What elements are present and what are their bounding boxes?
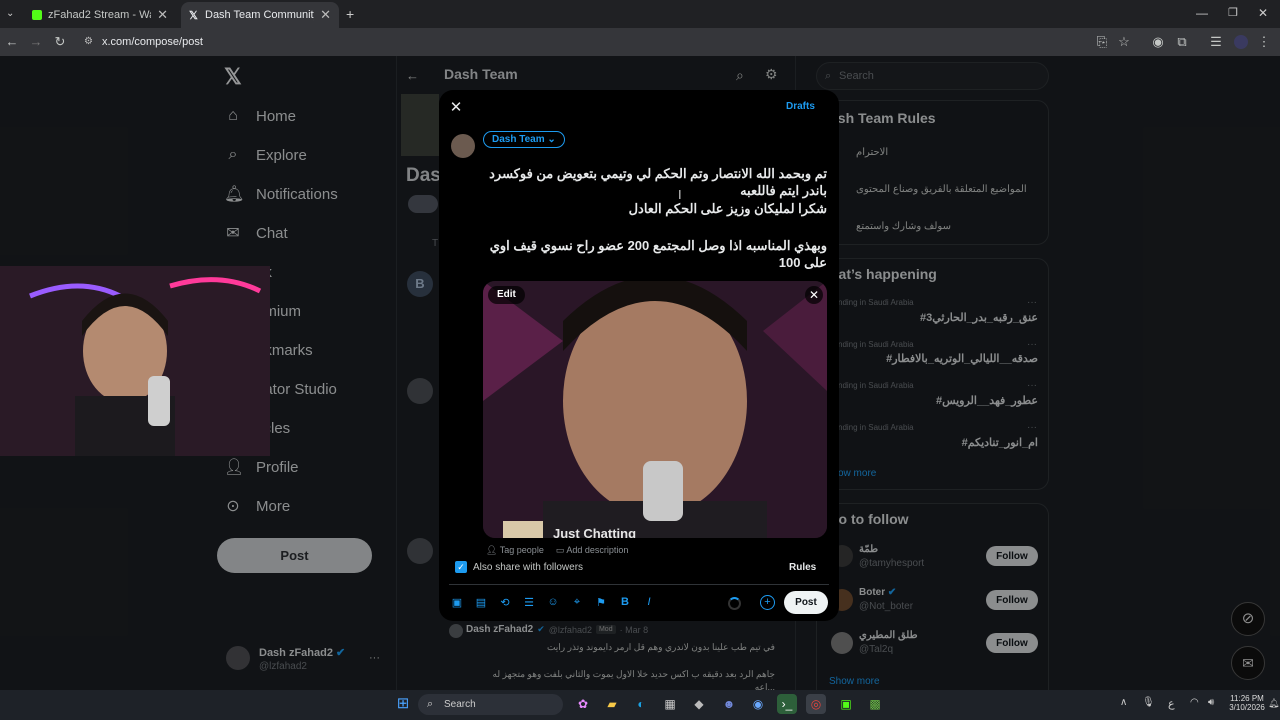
italic-icon[interactable]: I — [642, 596, 656, 608]
copilot-icon[interactable]: ✿ — [573, 694, 593, 714]
store-icon[interactable]: ▦ — [660, 694, 680, 714]
extensions-puzzle-icon[interactable]: ⧉ — [1172, 28, 1192, 56]
post-text-line[interactable]: تم وبحمد الله الانتصار وتم الحكم لي وتيم… — [489, 166, 827, 182]
add-description-button[interactable]: ▭ Add description — [556, 545, 629, 556]
tray-chevron-icon[interactable]: ∧ — [1120, 697, 1127, 708]
clock[interactable]: 11:26 PM 3/10/2026 — [1228, 694, 1266, 712]
notification-bell-icon[interactable]: 🔔︎ — [1268, 698, 1279, 709]
emoji-icon[interactable]: ☺ — [546, 596, 560, 608]
webcam-feed — [0, 266, 270, 456]
extension-icon[interactable]: ◉ — [1148, 28, 1168, 56]
audience-selector[interactable]: Dash Team ⌄ — [483, 131, 565, 148]
media-caption: Just Chatting — [553, 526, 637, 538]
grok-icon[interactable]: ⟲ — [498, 596, 512, 609]
language-indicator[interactable]: ع — [1168, 697, 1175, 710]
close-modal-icon[interactable]: ✕ — [449, 98, 463, 116]
text-cursor-icon: I — [678, 187, 682, 202]
back-icon[interactable]: ← — [2, 28, 22, 56]
window-close-icon[interactable]: ✕ — [1258, 6, 1268, 20]
chrome-icon[interactable]: ◎ — [806, 694, 826, 714]
checkmark-icon: ✓ — [455, 561, 467, 573]
edit-media-button[interactable]: Edit — [488, 286, 525, 304]
person-icon: 👤︎ — [486, 545, 498, 555]
app-icon[interactable]: ◆ — [689, 694, 709, 714]
profile-avatar[interactable] — [1234, 35, 1248, 49]
location-icon[interactable]: ⌖ — [570, 596, 584, 609]
address-bar[interactable]: ⚙ x.com/compose/post — [78, 33, 1138, 51]
chrome-menu-icon[interactable]: ⋮ — [1254, 28, 1274, 56]
minecraft-icon[interactable]: ▩ — [865, 694, 885, 714]
tag-people-button[interactable]: 👤︎ Tag people — [486, 545, 544, 556]
file-explorer-icon[interactable]: ▰ — [602, 694, 622, 714]
tab-list-button[interactable]: ⌄ — [6, 8, 14, 19]
minimize-icon[interactable]: — — [1196, 6, 1208, 20]
post-text-line[interactable]: شكرا لمليكان وزيز على الحكم العادل — [629, 201, 827, 217]
post-text-line[interactable]: وبهذي المناسبه اذا وصل المجتمع 200 عضو ر… — [490, 238, 827, 254]
media-control-icon[interactable]: ☰ — [1206, 28, 1226, 56]
description-icon: ▭ — [555, 545, 565, 555]
reload-icon[interactable]: ↻ — [50, 28, 70, 56]
remove-media-icon[interactable]: ✕ — [805, 286, 823, 304]
close-tab-icon[interactable]: ✕ — [157, 7, 168, 23]
chevron-down-icon: ⌄ — [547, 134, 556, 145]
media-image — [483, 281, 827, 538]
bold-icon[interactable]: B — [618, 596, 632, 608]
post-text-line[interactable]: على 100 — [779, 255, 827, 271]
bookmark-star-icon[interactable]: ☆ — [1114, 28, 1134, 56]
drafts-button[interactable]: Drafts — [786, 101, 815, 112]
search-icon: ⌕ — [427, 698, 434, 710]
share-with-followers-checkbox[interactable]: ✓ Also share with followers — [455, 561, 583, 573]
terminal-icon[interactable]: ›_ — [777, 694, 797, 714]
x-logo-icon: 𝕏 — [189, 9, 198, 22]
image-icon[interactable]: ▣ — [450, 596, 464, 609]
rules-link[interactable]: Rules — [789, 562, 816, 573]
close-tab-icon[interactable]: ✕ — [320, 7, 331, 23]
discord-icon[interactable]: ☻ — [719, 694, 739, 714]
edge-icon[interactable]: ◐ — [631, 694, 651, 714]
tab-dash-team[interactable]: 𝕏 Dash Team Community / X ✕ — [181, 2, 339, 28]
gif-icon[interactable]: ▤ — [474, 596, 488, 609]
composer-avatar — [451, 134, 475, 158]
microphone-icon[interactable]: 🎙︎ — [1142, 697, 1155, 708]
post-button[interactable]: Post — [784, 591, 828, 614]
flag-icon[interactable]: ⚑ — [594, 596, 608, 609]
taskbar-search[interactable]: ⌕ Search — [418, 694, 563, 715]
maximize-icon[interactable]: ❐ — [1228, 6, 1238, 19]
app-icon[interactable]: ◉ — [748, 694, 768, 714]
new-tab-icon[interactable]: + — [346, 6, 354, 22]
kick-icon — [32, 10, 42, 20]
windows-start-icon[interactable]: ⊞ — [393, 694, 413, 714]
forward-icon[interactable]: → — [26, 28, 46, 56]
divider — [449, 584, 829, 585]
character-count-ring — [728, 597, 741, 610]
add-post-icon[interactable]: + — [760, 595, 775, 610]
webcam-overlay — [0, 266, 270, 456]
kick-app-icon[interactable]: ▣ — [836, 694, 856, 714]
media-tools-row: 👤︎ Tag people ▭ Add description — [486, 545, 628, 556]
volume-icon[interactable]: 🔊︎ — [1208, 697, 1214, 708]
install-app-icon[interactable]: ⎘ — [1092, 28, 1112, 56]
attached-media[interactable]: Just Chatting — [483, 281, 827, 538]
post-text-line[interactable]: باندر ايتم فاللعبه — [740, 183, 827, 199]
poll-icon[interactable]: ☰ — [522, 596, 536, 609]
site-info-icon[interactable]: ⚙ — [84, 33, 93, 51]
wifi-icon[interactable]: ◠ — [1190, 697, 1199, 708]
tab-kick-stream[interactable]: zFahad2 Stream - Watch Live o ✕ — [24, 2, 176, 28]
